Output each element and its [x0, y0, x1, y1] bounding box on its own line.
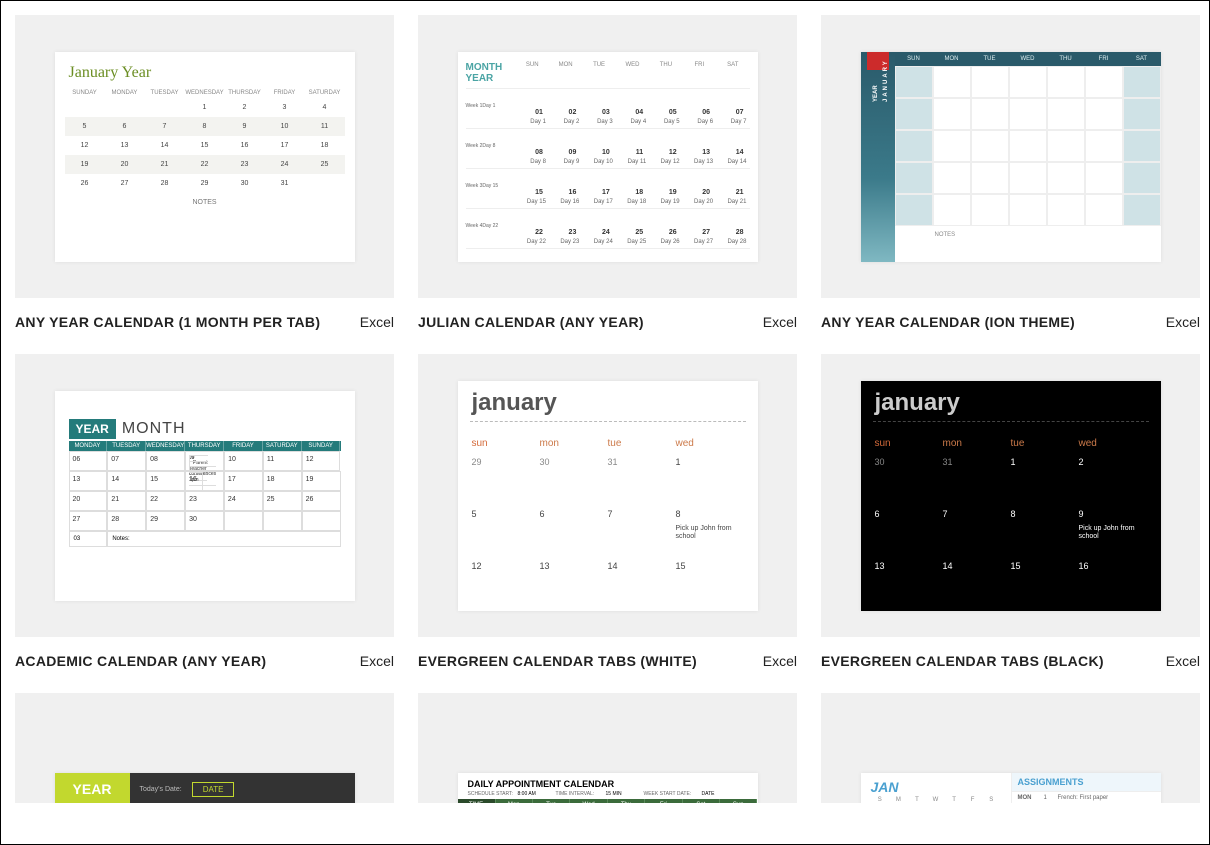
- template-title: EVERGREEN CALENDAR TABS (BLACK): [821, 653, 1104, 669]
- template-thumbnail: DAILY APPOINTMENT CALENDAR SCHEDULE STAR…: [418, 693, 797, 803]
- template-thumbnail: YEARJANUARY SUNMONTUEWEDTHUFRISAT NOTES: [821, 15, 1200, 298]
- template-grid: January Year SUNDAY MONDAY TUESDAY WEDNE…: [1, 1, 1209, 817]
- template-card-horizontal[interactable]: YEAR Today's Date:DATE Enter calendar ye…: [15, 693, 394, 803]
- template-thumbnail: January Year SUNDAY MONDAY TUESDAY WEDNE…: [15, 15, 394, 298]
- preview-month-title: January Year: [69, 64, 355, 82]
- thumb-canvas: January Year SUNDAY MONDAY TUESDAY WEDNE…: [55, 52, 355, 262]
- template-thumbnail: JAN SMTWTFS 123456 6789101112 1314151617…: [821, 693, 1200, 803]
- template-card-julian[interactable]: MONTHYEAR SUNMONTUEWEDTHUFRISAT Week 1Da…: [418, 15, 797, 330]
- template-app: Excel: [763, 314, 797, 330]
- template-thumbnail: YEARMONTH MONDAYTUESDAYWEDNESDAYTHURSDAY…: [15, 354, 394, 637]
- template-thumbnail: MONTHYEAR SUNMONTUEWEDTHUFRISAT Week 1Da…: [418, 15, 797, 298]
- template-title: JULIAN CALENDAR (ANY YEAR): [418, 314, 644, 330]
- template-card-any-year[interactable]: January Year SUNDAY MONDAY TUESDAY WEDNE…: [15, 15, 394, 330]
- template-card-evergreen-white[interactable]: january sunmontuewed 2930311 5678Pick up…: [418, 354, 797, 669]
- template-card-academic[interactable]: YEARMONTH MONDAYTUESDAYWEDNESDAYTHURSDAY…: [15, 354, 394, 669]
- template-title: ANY YEAR CALENDAR (1 MONTH PER TAB): [15, 314, 320, 330]
- template-card-ion[interactable]: YEARJANUARY SUNMONTUEWEDTHUFRISAT NOTES: [821, 15, 1200, 330]
- template-app: Excel: [1166, 653, 1200, 669]
- template-app: Excel: [360, 314, 394, 330]
- template-card-daily-appointment[interactable]: DAILY APPOINTMENT CALENDAR SCHEDULE STAR…: [418, 693, 797, 803]
- template-app: Excel: [763, 653, 797, 669]
- template-thumbnail: YEAR Today's Date:DATE Enter calendar ye…: [15, 693, 394, 803]
- template-title: ACADEMIC CALENDAR (ANY YEAR): [15, 653, 266, 669]
- template-thumbnail: january sunmontuewed 303112 6789Pick up …: [821, 354, 1200, 637]
- template-title: EVERGREEN CALENDAR TABS (WHITE): [418, 653, 697, 669]
- template-app: Excel: [360, 653, 394, 669]
- template-app: Excel: [1166, 314, 1200, 330]
- template-card-assignments[interactable]: JAN SMTWTFS 123456 6789101112 1314151617…: [821, 693, 1200, 803]
- template-title: ANY YEAR CALENDAR (ION THEME): [821, 314, 1075, 330]
- template-thumbnail: january sunmontuewed 2930311 5678Pick up…: [418, 354, 797, 637]
- template-card-evergreen-black[interactable]: january sunmontuewed 303112 6789Pick up …: [821, 354, 1200, 669]
